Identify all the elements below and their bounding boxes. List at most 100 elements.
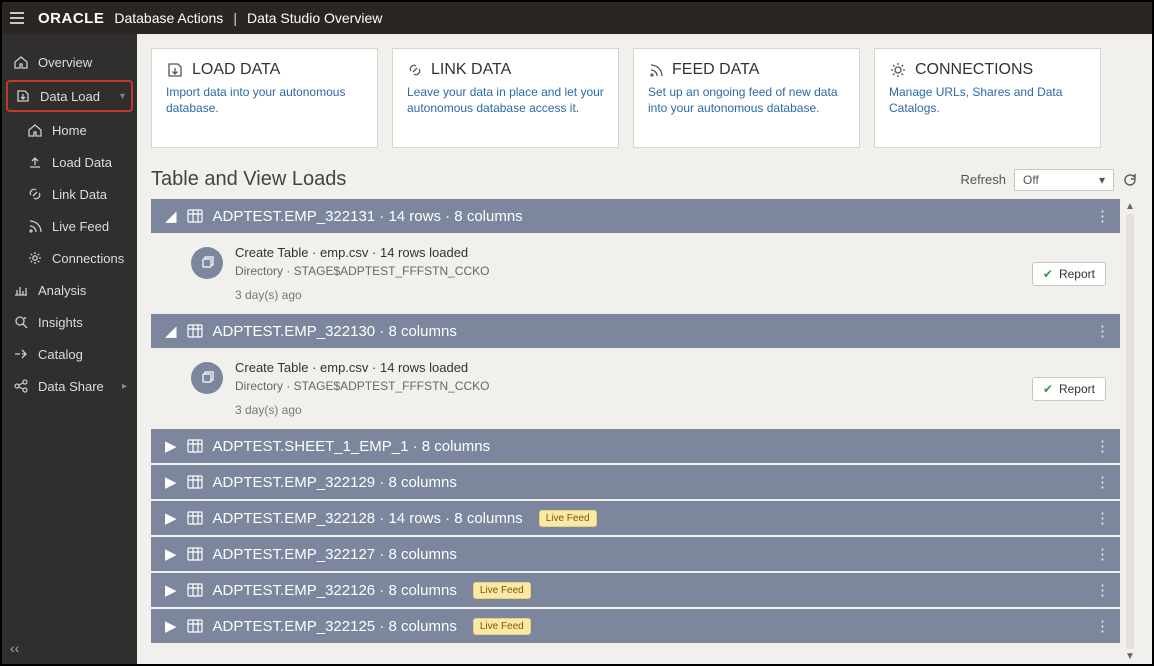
table-icon: [187, 583, 203, 597]
expand-icon[interactable]: ▶: [165, 437, 177, 455]
insights-icon: [12, 314, 30, 330]
load-row-header[interactable]: ▶ ADPTEST.EMP_322127 · 8 columns ⋮: [151, 537, 1120, 571]
card-link-data[interactable]: LINK DATA Leave your data in place and l…: [392, 48, 619, 148]
detail-timestamp: 3 day(s) ago: [235, 403, 489, 417]
load-row-header[interactable]: ▶ ADPTEST.SHEET_1_EMP_1 · 8 columns ⋮: [151, 429, 1120, 463]
scrollbar[interactable]: ▲ ▼: [1122, 199, 1138, 664]
separator: |: [233, 10, 237, 26]
load-row-header[interactable]: ▶ ADPTEST.EMP_322126 · 8 columns Live Fe…: [151, 573, 1120, 607]
refresh-label: Refresh: [960, 172, 1006, 187]
load-name: ADPTEST.EMP_322128 · 14 rows · 8 columns: [213, 510, 523, 527]
feed-icon: [26, 218, 44, 234]
expand-icon[interactable]: ▶: [165, 473, 177, 491]
report-label: Report: [1059, 382, 1095, 396]
detail-timestamp: 3 day(s) ago: [235, 288, 489, 302]
report-button[interactable]: ✔ Report: [1032, 377, 1106, 401]
expand-icon[interactable]: ▶: [165, 545, 177, 563]
card-connections[interactable]: CONNECTIONS Manage URLs, Shares and Data…: [874, 48, 1101, 148]
sidebar-item-overview[interactable]: Overview: [2, 46, 137, 78]
detail-line-1: Create Table · emp.csv · 14 rows loaded: [235, 245, 489, 260]
table-icon: [187, 439, 203, 453]
sidebar-item-label: Load Data: [52, 155, 112, 170]
card-title: CONNECTIONS: [915, 61, 1033, 79]
upload-icon: [26, 154, 44, 170]
expand-icon[interactable]: ▶: [165, 617, 177, 635]
card-description: Import data into your autonomous databas…: [166, 85, 363, 116]
detail-line-2: Directory · STAGE$ADPTEST_FFFSTN_CCKO: [235, 264, 489, 278]
main-content: LOAD DATA Import data into your autonomo…: [137, 34, 1152, 664]
card-title: LINK DATA: [431, 61, 511, 79]
sidebar-item-live-feed[interactable]: Live Feed: [2, 210, 137, 242]
load-row-header[interactable]: ▶ ADPTEST.EMP_322125 · 8 columns Live Fe…: [151, 609, 1120, 643]
card-feed-data[interactable]: FEED DATA Set up an ongoing feed of new …: [633, 48, 860, 148]
app-name: Database Actions: [114, 10, 223, 26]
sidebar-item-label: Connections: [52, 251, 124, 266]
sidebar-item-load-data[interactable]: Load Data: [2, 146, 137, 178]
menu-icon[interactable]: [10, 12, 24, 24]
section-title: Table and View Loads: [151, 168, 346, 191]
detail-line-1: Create Table · emp.csv · 14 rows loaded: [235, 360, 489, 375]
collapse-icon[interactable]: ◢: [165, 322, 177, 340]
card-description: Manage URLs, Shares and Data Catalogs.: [889, 85, 1086, 116]
load-name: ADPTEST.EMP_322131 · 14 rows · 8 columns: [213, 208, 523, 225]
share-icon: [12, 378, 30, 394]
kebab-icon[interactable]: ⋮: [1095, 437, 1110, 455]
home-icon: [12, 54, 30, 70]
refresh-value: Off: [1023, 173, 1039, 187]
load-row-header[interactable]: ◢ ADPTEST.EMP_322131 · 14 rows · 8 colum…: [151, 199, 1120, 233]
load-row-header[interactable]: ◢ ADPTEST.EMP_322130 · 8 columns ⋮: [151, 314, 1120, 348]
kebab-icon[interactable]: ⋮: [1095, 207, 1110, 225]
kebab-icon[interactable]: ⋮: [1095, 545, 1110, 563]
sidebar-item-label: Home: [52, 123, 87, 138]
sidebar-item-link-data[interactable]: Link Data: [2, 178, 137, 210]
expand-icon[interactable]: ▶: [165, 581, 177, 599]
sidebar-item-data-share[interactable]: Data Share ▸: [2, 370, 137, 402]
kebab-icon[interactable]: ⋮: [1095, 617, 1110, 635]
copy-icon: [191, 362, 223, 394]
page-title: Data Studio Overview: [247, 10, 382, 26]
sidebar-item-label: Live Feed: [52, 219, 109, 234]
chevron-icon: ▸: [122, 381, 127, 392]
check-icon: ✔: [1043, 382, 1053, 396]
load-row-detail: Create Table · emp.csv · 14 rows loaded …: [151, 350, 1120, 427]
card-title: LOAD DATA: [192, 61, 280, 79]
card-load-data[interactable]: LOAD DATA Import data into your autonomo…: [151, 48, 378, 148]
sidebar-item-data-load[interactable]: Data Load▾: [6, 80, 133, 112]
sidebar-item-catalog[interactable]: Catalog: [2, 338, 137, 370]
kebab-icon[interactable]: ⋮: [1095, 581, 1110, 599]
analysis-icon: [12, 282, 30, 298]
reload-icon[interactable]: [1122, 172, 1138, 188]
report-button[interactable]: ✔ Report: [1032, 262, 1106, 286]
sidebar-item-label: Data Share: [38, 379, 104, 394]
sidebar-collapse-button[interactable]: ‹‹: [2, 632, 137, 664]
load-row-header[interactable]: ▶ ADPTEST.EMP_322129 · 8 columns ⋮: [151, 465, 1120, 499]
sidebar-item-label: Analysis: [38, 283, 86, 298]
check-icon: ✔: [1043, 267, 1053, 281]
expand-icon[interactable]: ▶: [165, 509, 177, 527]
scroll-down-icon[interactable]: ▼: [1125, 649, 1135, 664]
load-name: ADPTEST.EMP_322129 · 8 columns: [213, 474, 457, 491]
kebab-icon[interactable]: ⋮: [1095, 473, 1110, 491]
scroll-up-icon[interactable]: ▲: [1125, 199, 1135, 214]
kebab-icon[interactable]: ⋮: [1095, 509, 1110, 527]
brand-logo: ORACLE: [38, 10, 104, 27]
dataload-icon: [14, 88, 32, 104]
load-row-header[interactable]: ▶ ADPTEST.EMP_322128 · 14 rows · 8 colum…: [151, 501, 1120, 535]
collapse-icon[interactable]: ◢: [165, 207, 177, 225]
sidebar-item-insights[interactable]: Insights: [2, 306, 137, 338]
sidebar-item-analysis[interactable]: Analysis: [2, 274, 137, 306]
scrollbar-track[interactable]: [1126, 214, 1134, 649]
chevron-icon: ▾: [120, 91, 125, 102]
catalog-icon: [12, 346, 30, 362]
sidebar-item-connections[interactable]: Connections: [2, 242, 137, 274]
action-cards: LOAD DATA Import data into your autonomo…: [151, 48, 1138, 148]
refresh-select[interactable]: Off ▾: [1014, 169, 1114, 191]
sidebar-item-label: Overview: [38, 55, 92, 70]
load-name: ADPTEST.EMP_322130 · 8 columns: [213, 323, 457, 340]
chevron-down-icon: ▾: [1099, 173, 1105, 187]
live-feed-badge: Live Feed: [473, 582, 531, 599]
link-icon: [26, 186, 44, 202]
table-icon: [187, 619, 203, 633]
kebab-icon[interactable]: ⋮: [1095, 322, 1110, 340]
sidebar-item-home[interactable]: Home: [2, 114, 137, 146]
